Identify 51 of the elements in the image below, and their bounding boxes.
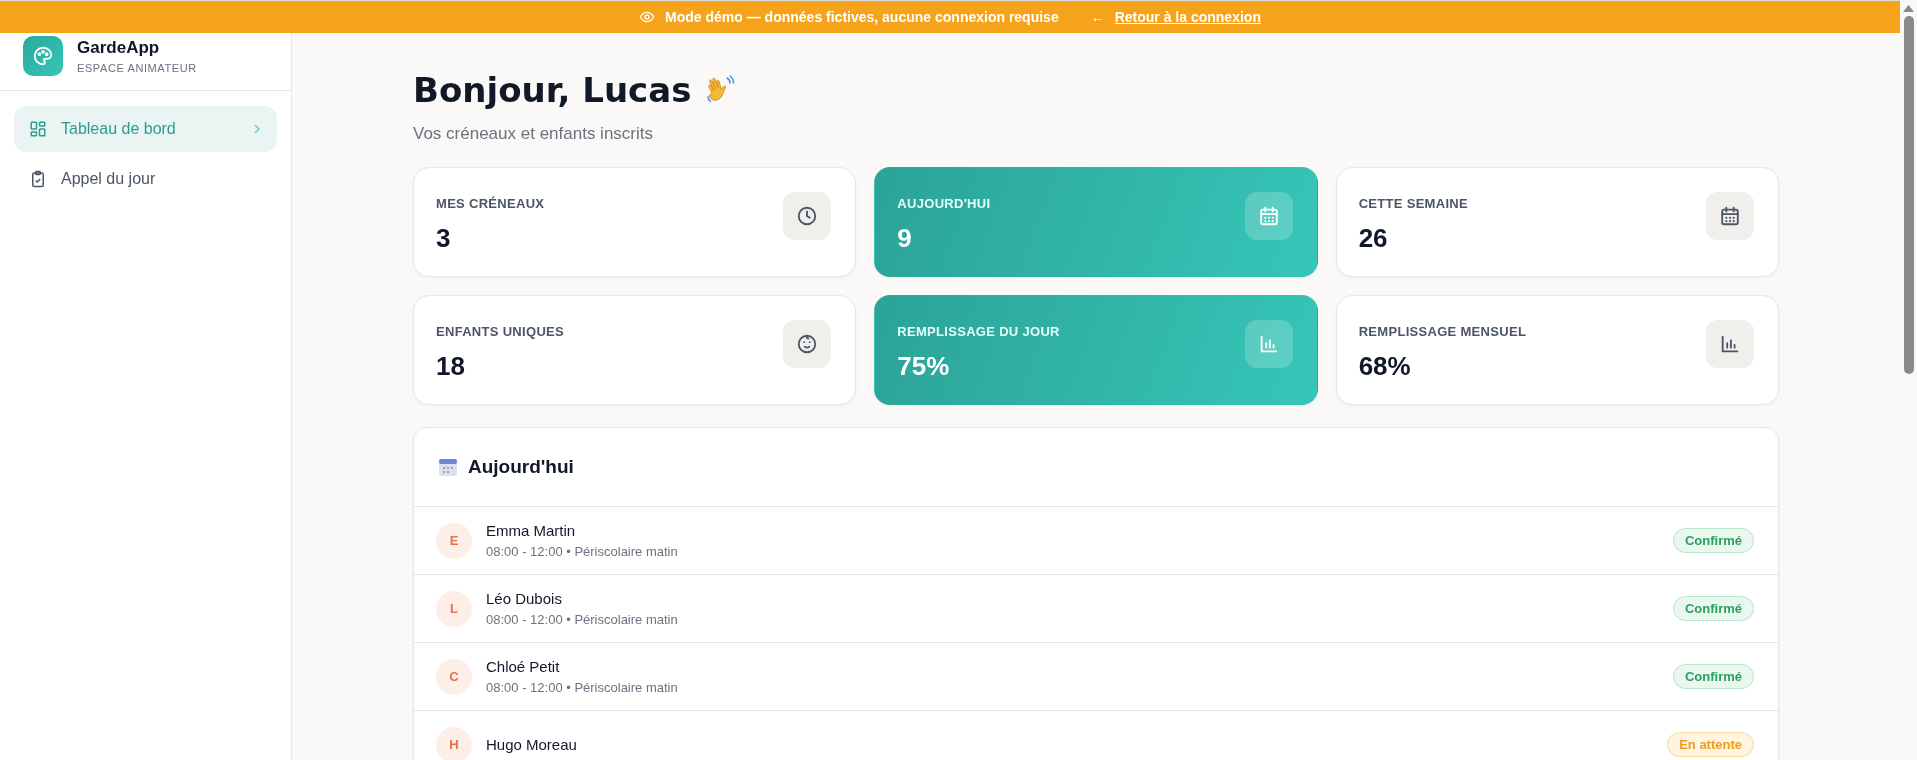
stat-label: REMPLISSAGE DU JOUR xyxy=(897,324,1060,339)
sidebar-item[interactable]: Appel du jour xyxy=(14,156,277,202)
app-subtitle: ESPACE ANIMATEUR xyxy=(77,62,197,74)
child-name: Chloé Petit xyxy=(486,658,561,675)
slot-details: 08:00 - 12:00 • Périscolaire matin xyxy=(486,612,679,627)
avatar-initial: H xyxy=(436,726,472,760)
scrollbar-thumb[interactable] xyxy=(1903,16,1914,374)
greeting-subtitle: Vos créneaux et enfants inscrits xyxy=(413,124,655,144)
child-name: Hugo Moreau xyxy=(486,736,578,753)
stat-value: 18 xyxy=(436,351,466,382)
status-badge: En attente xyxy=(1667,732,1754,757)
status-badge: Confirmé xyxy=(1672,528,1754,553)
scroll-up-arrow-icon[interactable] xyxy=(1903,5,1914,12)
avatar-initial: E xyxy=(436,522,472,559)
bar-chart-icon xyxy=(1244,320,1293,368)
eye-icon xyxy=(639,9,656,25)
bar-chart-icon xyxy=(1706,320,1754,368)
stat-value: 68% xyxy=(1358,351,1412,382)
face-icon xyxy=(783,320,832,368)
app-logo xyxy=(23,36,63,76)
stat-label: REMPLISSAGE MENSUEL xyxy=(1358,324,1527,339)
stat-value: 75% xyxy=(897,351,951,382)
arrow-icon: ← xyxy=(1090,9,1105,25)
back-to-login-link[interactable]: Retour à la connexion xyxy=(1114,9,1261,25)
panel-title: Aujourd'hui xyxy=(468,456,574,478)
sidebar-item[interactable]: Tableau de bord xyxy=(14,106,277,152)
stat-label: CETTE SEMAINE xyxy=(1358,196,1468,211)
stat-value: 3 xyxy=(436,223,452,254)
demo-mode-message: Mode démo — données fictives, aucune connexion requise xyxy=(665,9,1059,25)
slot-details: 08:00 - 12:00 • Périscolaire matin xyxy=(486,680,679,695)
stat-label: MES CRÉNEAUX xyxy=(436,196,545,211)
clipboard-check-icon xyxy=(29,169,47,189)
calendar-icon xyxy=(438,457,458,477)
stat-value: 9 xyxy=(897,223,913,254)
slot-details: 08:00 - 12:00 • Périscolaire matin xyxy=(486,544,679,559)
greeting-title: Bonjour, Lucas xyxy=(413,70,692,110)
child-name: Emma Martin xyxy=(486,522,577,539)
calendar-icon xyxy=(1706,192,1754,240)
stat-label: ENFANTS UNIQUES xyxy=(436,324,564,339)
status-badge: Confirmé xyxy=(1672,596,1754,621)
calendar-icon xyxy=(1244,192,1293,240)
app-name: GardeApp xyxy=(77,38,161,58)
child-name: Léo Dubois xyxy=(486,590,563,607)
avatar-initial: L xyxy=(436,590,472,627)
chevron-right-icon xyxy=(252,124,262,134)
clock-icon xyxy=(783,192,832,240)
stat-label: AUJOURD'HUI xyxy=(897,196,991,211)
avatar-initial: C xyxy=(436,658,472,695)
status-badge: Confirmé xyxy=(1672,664,1754,689)
grid-icon xyxy=(29,120,47,138)
stat-value: 26 xyxy=(1358,223,1389,254)
